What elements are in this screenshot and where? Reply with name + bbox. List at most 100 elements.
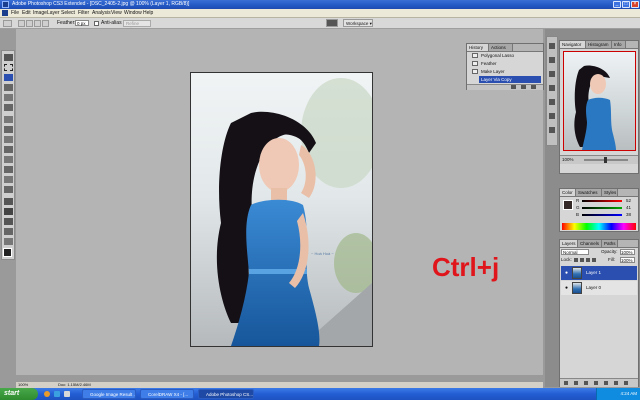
intersect-selection-icon[interactable] xyxy=(42,20,49,27)
subtract-selection-icon[interactable] xyxy=(34,20,41,27)
tab-swatches[interactable]: Swatches xyxy=(576,189,602,196)
new-selection-icon[interactable] xyxy=(18,20,25,27)
history-item[interactable]: Make Layer xyxy=(481,68,541,75)
quicklaunch-icon[interactable] xyxy=(54,391,60,397)
character-icon[interactable] xyxy=(549,99,555,105)
visibility-eye-icon[interactable]: ● xyxy=(562,266,571,280)
eraser-tool-icon[interactable] xyxy=(4,156,13,163)
pen-tool-icon[interactable] xyxy=(4,198,13,205)
menu-analysis[interactable]: Analysis xyxy=(92,10,111,16)
blue-slider[interactable] xyxy=(582,214,622,216)
navigator-thumbnail[interactable] xyxy=(563,51,636,151)
clone-stamp-icon[interactable] xyxy=(4,136,13,143)
green-slider[interactable] xyxy=(582,207,622,209)
lock-position-icon[interactable] xyxy=(586,258,590,262)
slice-tool-icon[interactable] xyxy=(4,104,13,111)
ps-menu-icon[interactable] xyxy=(2,10,8,16)
blur-tool-icon[interactable] xyxy=(4,176,13,183)
path-selection-icon[interactable] xyxy=(4,218,13,225)
tab-info[interactable]: Info xyxy=(612,41,626,48)
navigator-zoom-value[interactable]: 100% xyxy=(562,157,574,162)
start-button[interactable]: start xyxy=(0,388,38,400)
layer-comps-icon[interactable] xyxy=(549,71,555,77)
antialias-checkbox[interactable] xyxy=(94,21,99,26)
tab-histogram[interactable]: Histogram xyxy=(586,41,612,48)
quicklaunch-icon[interactable] xyxy=(64,391,70,397)
menu-filter[interactable]: Filter xyxy=(78,10,89,16)
tab-color[interactable]: Color xyxy=(560,189,576,196)
healing-brush-icon[interactable] xyxy=(4,116,13,123)
channel-r-value[interactable]: 52 xyxy=(626,198,631,203)
menu-layer[interactable]: Layer xyxy=(47,10,60,16)
new-document-icon[interactable] xyxy=(511,85,516,89)
quicklaunch-icon[interactable] xyxy=(44,391,50,397)
fill-input[interactable]: 100% xyxy=(620,257,635,263)
foreground-color-swatch[interactable] xyxy=(3,248,12,257)
crop-tool-icon[interactable] xyxy=(4,94,13,101)
move-tool-icon[interactable] xyxy=(4,54,13,61)
menu-edit[interactable]: Edit xyxy=(22,10,31,16)
tab-layers[interactable]: Layers xyxy=(560,240,578,247)
type-tool-icon[interactable] xyxy=(4,208,13,215)
lock-all-icon[interactable] xyxy=(592,258,596,262)
tab-paths[interactable]: Paths xyxy=(602,240,618,247)
opacity-input[interactable]: 100% xyxy=(620,249,635,255)
trash-icon[interactable] xyxy=(531,85,536,89)
adjustment-layer-icon[interactable] xyxy=(594,381,598,385)
feather-input[interactable]: 0 px xyxy=(75,20,89,26)
brush-tool-icon[interactable] xyxy=(4,126,13,133)
close-button[interactable]: × xyxy=(631,1,639,8)
red-slider[interactable] xyxy=(582,200,622,202)
history-brush-icon[interactable] xyxy=(4,146,13,153)
shape-tool-icon[interactable] xyxy=(4,228,13,235)
layer-row-selected[interactable]: ● Layer 1 xyxy=(561,266,637,280)
lock-transparency-icon[interactable] xyxy=(574,258,578,262)
maximize-button[interactable]: □ xyxy=(622,1,630,8)
task-google-image[interactable]: Google Image Result ... xyxy=(82,389,136,399)
hand-tool-icon[interactable] xyxy=(4,238,13,245)
magic-wand-tool-icon[interactable] xyxy=(4,84,13,91)
new-snapshot-icon[interactable] xyxy=(521,85,526,89)
new-layer-icon[interactable] xyxy=(614,381,618,385)
task-coreldraw[interactable]: CorelDRAW X4 - [... xyxy=(140,389,194,399)
tab-channels[interactable]: Channels xyxy=(578,240,602,247)
layer-row[interactable]: ● Layer 0 xyxy=(561,281,637,295)
workspace-dropdown[interactable]: Workspace ▾ xyxy=(343,19,373,27)
gradient-tool-icon[interactable] xyxy=(4,166,13,173)
brushes-icon[interactable] xyxy=(549,43,555,49)
visibility-eye-icon[interactable]: ● xyxy=(562,281,571,295)
lock-pixels-icon[interactable] xyxy=(580,258,584,262)
tool-presets-icon[interactable] xyxy=(549,57,555,63)
menu-image[interactable]: Image xyxy=(33,10,47,16)
clock[interactable]: 4:24 AM xyxy=(620,391,637,396)
channel-g-value[interactable]: 41 xyxy=(626,205,631,210)
color-foreground-swatch[interactable] xyxy=(563,200,573,210)
layer-mask-icon[interactable] xyxy=(584,381,588,385)
history-item[interactable]: Feather xyxy=(481,60,541,67)
link-layers-icon[interactable] xyxy=(564,381,568,385)
menu-select[interactable]: Select xyxy=(61,10,75,16)
tab-history[interactable]: History xyxy=(467,44,489,51)
minimize-button[interactable]: _ xyxy=(613,1,621,8)
animation-icon[interactable] xyxy=(549,127,555,133)
task-photoshop[interactable]: Adobe Photoshop CS... xyxy=(198,389,254,399)
lasso-tool-icon[interactable] xyxy=(4,74,13,81)
tab-styles[interactable]: Styles xyxy=(602,189,618,196)
history-item[interactable]: Polygonal Lasso xyxy=(481,52,541,59)
menu-help[interactable]: Help xyxy=(143,10,153,16)
tab-navigator[interactable]: Navigator xyxy=(560,41,586,48)
paragraph-icon[interactable] xyxy=(549,113,555,119)
layer-style-icon[interactable] xyxy=(574,381,578,385)
layer-name[interactable]: Layer 1 xyxy=(586,266,601,280)
go-to-bridge-icon[interactable] xyxy=(326,19,338,27)
history-item-selected[interactable]: Layer Via Copy xyxy=(479,76,541,83)
tab-actions[interactable]: Actions xyxy=(489,44,513,51)
new-group-icon[interactable] xyxy=(604,381,608,385)
layer-name[interactable]: Layer 0 xyxy=(586,281,601,295)
menu-view[interactable]: View xyxy=(111,10,122,16)
menu-file[interactable]: File xyxy=(11,10,19,16)
tool-preset-picker[interactable] xyxy=(3,20,12,27)
dodge-tool-icon[interactable] xyxy=(4,186,13,193)
marquee-tool-icon[interactable] xyxy=(4,64,13,71)
add-selection-icon[interactable] xyxy=(26,20,33,27)
